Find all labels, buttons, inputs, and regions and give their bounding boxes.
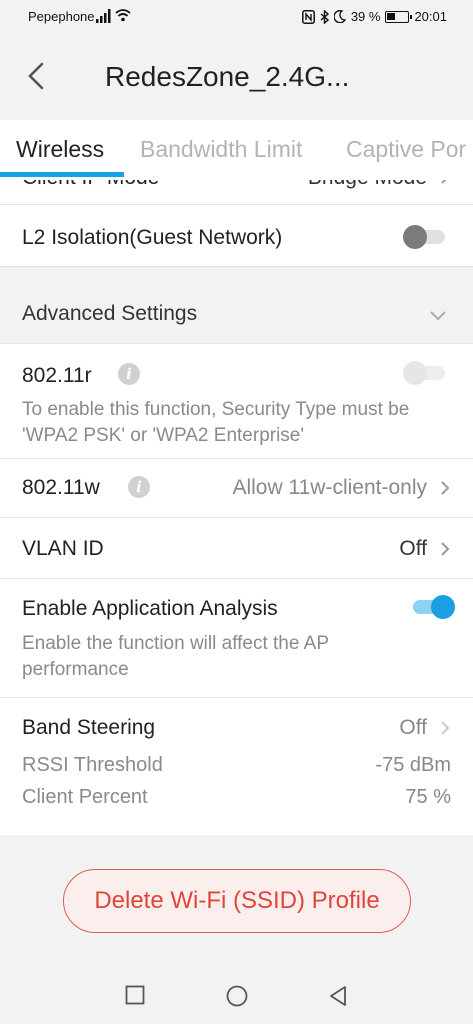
tab-captive-portal[interactable]: Captive Por bbox=[346, 136, 466, 163]
band-steering-label: Band Steering bbox=[22, 716, 156, 739]
vlan-id-value: Off bbox=[399, 537, 427, 560]
recents-square-icon[interactable] bbox=[125, 985, 145, 1005]
r80211-label: 802.11r bbox=[22, 364, 92, 387]
info-icon[interactable]: i bbox=[118, 363, 140, 385]
band-steering-row[interactable]: Band Steering Off RSSI Threshold -75 dBm… bbox=[0, 698, 473, 832]
l2-isolation-row: L2 Isolation(Guest Network) bbox=[0, 205, 473, 265]
w80211-value: Allow 11w-client-only bbox=[232, 476, 427, 499]
back-triangle-icon[interactable] bbox=[328, 985, 348, 1007]
band-steering-value: Off bbox=[399, 716, 427, 739]
chevron-right-icon bbox=[441, 180, 447, 184]
delete-ssid-button[interactable]: Delete Wi-Fi (SSID) Profile bbox=[63, 869, 411, 933]
battery-icon bbox=[385, 10, 413, 23]
tab-wireless[interactable]: Wireless bbox=[16, 136, 104, 163]
app-analysis-toggle[interactable] bbox=[411, 595, 455, 619]
tab-bandwidth-limit[interactable]: Bandwidth Limit bbox=[140, 136, 302, 163]
r80211-description: To enable this function, Security Type m… bbox=[22, 399, 410, 446]
w80211-row[interactable]: 802.11w i Allow 11w-client-only bbox=[0, 459, 473, 517]
chevron-right-icon bbox=[441, 542, 450, 556]
rssi-threshold-label: RSSI Threshold bbox=[22, 754, 163, 776]
status-right: 39 % 20:01 bbox=[301, 9, 447, 24]
app-bar: RedesZone_2.4G... bbox=[0, 34, 473, 120]
status-bar: Pepephone 39 % 20:01 bbox=[0, 0, 473, 34]
info-icon[interactable]: i bbox=[128, 476, 150, 498]
client-ip-mode-row[interactable]: Client IP Mode Bridge Mode bbox=[0, 180, 473, 204]
clock: 20:01 bbox=[414, 9, 447, 24]
signal-icon bbox=[96, 9, 111, 23]
advanced-settings-title: Advanced Settings bbox=[22, 302, 198, 325]
wifi-icon bbox=[115, 9, 131, 22]
app-analysis-label: Enable Application Analysis bbox=[22, 597, 278, 620]
system-nav-bar bbox=[0, 967, 473, 1024]
client-percent-value: 75 % bbox=[405, 786, 451, 808]
rssi-threshold-value: -75 dBm bbox=[375, 754, 451, 776]
bluetooth-icon bbox=[320, 9, 329, 24]
app-analysis-description: Enable the function will affect the AP p… bbox=[22, 633, 329, 680]
nfc-icon bbox=[301, 9, 315, 24]
vlan-id-label: VLAN ID bbox=[22, 537, 104, 560]
l2-isolation-label: L2 Isolation(Guest Network) bbox=[22, 226, 283, 249]
section-gap bbox=[0, 267, 473, 285]
home-circle-icon[interactable] bbox=[226, 985, 248, 1007]
l2-isolation-toggle[interactable] bbox=[403, 225, 447, 249]
w80211-label: 802.11w bbox=[22, 476, 100, 499]
active-tab-indicator bbox=[0, 172, 124, 177]
settings-list: Client IP Mode Bridge Mode L2 Isolation(… bbox=[0, 180, 473, 835]
app-analysis-row: Enable Application Analysis Enable the f… bbox=[0, 579, 473, 697]
advanced-settings-header[interactable]: Advanced Settings bbox=[0, 285, 473, 343]
client-ip-mode-value: Bridge Mode bbox=[308, 180, 427, 190]
page-title: RedesZone_2.4G... bbox=[105, 61, 350, 92]
client-ip-mode-label: Client IP Mode bbox=[22, 180, 159, 190]
battery-percent: 39 % bbox=[350, 9, 381, 24]
bottom-action-area: Delete Wi-Fi (SSID) Profile bbox=[0, 835, 473, 967]
chevron-down-icon bbox=[430, 311, 446, 321]
vlan-id-row[interactable]: VLAN ID Off bbox=[0, 518, 473, 578]
r80211-row: 802.11r i To enable this function, Secur… bbox=[0, 344, 473, 458]
tab-bar: Wireless Bandwidth Limit Captive Por bbox=[0, 120, 473, 180]
chevron-right-icon bbox=[441, 481, 450, 495]
client-percent-label: Client Percent bbox=[22, 786, 148, 808]
back-arrow-icon[interactable] bbox=[22, 58, 52, 94]
chevron-right-icon bbox=[441, 721, 450, 735]
carrier-name: Pepephone bbox=[28, 9, 95, 24]
moon-icon bbox=[333, 10, 346, 23]
r80211-toggle[interactable] bbox=[403, 361, 447, 385]
